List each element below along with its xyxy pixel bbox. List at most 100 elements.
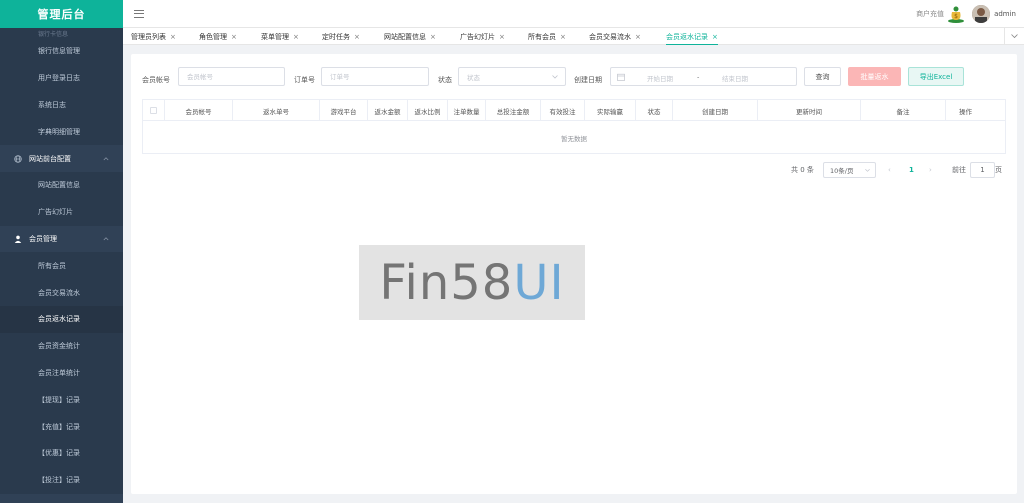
close-icon[interactable]: × (560, 33, 566, 41)
column-header-0: 会员帐号 (165, 100, 233, 121)
tab-label: 角色管理 (199, 33, 227, 41)
close-icon[interactable]: × (170, 33, 176, 41)
goto-page-input[interactable] (970, 162, 995, 178)
sidebar-item-16[interactable]: 【投注】记录 (0, 466, 123, 494)
status-filter-label: 状态 (438, 76, 452, 84)
tags-view-bar: 管理员列表 × 角色管理 × 菜单管理 × 定时任务 × 网站配置信息 × 广告幻灯片 × 所有会员 × 会… (123, 28, 1024, 45)
watermark-text-part2: UI (513, 254, 565, 311)
column-header-13: 操作 (959, 107, 972, 116)
export-excel-button[interactable]: 导出Excel (908, 67, 964, 86)
username-label[interactable]: admin (994, 10, 1016, 18)
page-unit-label: 页 (995, 166, 1002, 174)
sidebar-item-15[interactable]: 【优惠】记录 (0, 439, 123, 467)
sidebar-group-4[interactable]: 网站前台配置 (0, 145, 123, 172)
tab-5[interactable]: 广告幻灯片 × (460, 31, 505, 43)
sidebar: 管理后台 银行卡信息 银行信息管理 用户登录日志 系统日志 字典明细管理 网站前台配置网… (0, 0, 123, 503)
sidebar-item-10[interactable]: 会员返水记录 (0, 305, 123, 333)
sidebar-item-label: 系统日志 (38, 100, 66, 109)
sidebar-item-label: 字典明细管理 (38, 127, 80, 136)
svg-text:$: $ (954, 13, 958, 20)
tab-3[interactable]: 定时任务 × (322, 31, 360, 43)
sidebar-item-0[interactable]: 银行信息管理 (0, 38, 123, 65)
tab-label: 会员返水记录 (666, 33, 708, 41)
sidebar-item-6[interactable]: 广告幻灯片 (0, 198, 123, 226)
sidebar-item-label: 网站配置信息 (38, 181, 80, 190)
sidebar-item-label: 所有会员 (38, 261, 66, 270)
sidebar-item-label: 会员返水记录 (38, 315, 80, 324)
sidebar-item-label: 【投注】记录 (38, 476, 80, 485)
close-icon[interactable]: × (293, 33, 299, 41)
tab-7[interactable]: 会员交易流水 × (589, 31, 641, 43)
sidebar-item-14[interactable]: 【充值】记录 (0, 413, 123, 440)
query-button[interactable]: 查询 (804, 67, 841, 86)
sidebar-item-5[interactable]: 网站配置信息 (0, 171, 123, 199)
top-right-area: 商户充值 $ admin (916, 0, 1024, 28)
sidebar-item-label: 【优惠】记录 (38, 449, 80, 458)
table-header: 会员帐号 返水单号 游戏平台 返水金额 返水比例 注单数量 总投注金额 有效投注 实际输赢 状态创… (143, 100, 1005, 121)
sidebar-item-1[interactable]: 用户登录日志 (0, 64, 123, 92)
watermark-text-part1: Fin58 (379, 254, 514, 311)
page-number-current[interactable]: 1 (909, 163, 914, 177)
sidebar-item-11[interactable]: 会员资金统计 (0, 332, 123, 360)
account-input[interactable] (178, 67, 285, 86)
tab-label: 所有会员 (528, 33, 556, 41)
close-icon[interactable]: × (635, 33, 641, 41)
tab-4[interactable]: 网站配置信息 × (384, 31, 436, 43)
chevron-down-icon (865, 169, 870, 172)
tab-label: 管理员列表 (131, 33, 166, 41)
sidebar-item-label: 【提现】记录 (38, 395, 80, 404)
tab-0[interactable]: 管理员列表 × (131, 31, 176, 43)
top-navbar: 商户充值 $ admin (123, 0, 1024, 28)
chevron-down-icon (1011, 34, 1018, 39)
tags-dropdown-button[interactable] (1004, 28, 1024, 45)
next-page-button[interactable]: › (929, 163, 932, 177)
sidebar-item-2[interactable]: 系统日志 (0, 91, 123, 119)
money-bag-icon[interactable]: $ (946, 4, 966, 24)
sidebar-item-8[interactable]: 所有会员 (0, 252, 123, 280)
start-date-placeholder[interactable]: 开始日期 (647, 73, 673, 83)
select-all-checkbox[interactable] (150, 107, 157, 114)
column-header-2: 游戏平台 (320, 100, 368, 121)
user-avatar[interactable] (972, 5, 991, 23)
tab-8[interactable]: 会员返水记录 × (666, 31, 718, 45)
page-size-value: 10条/页 (830, 167, 854, 175)
status-select[interactable]: 状态 (458, 67, 566, 86)
chevron-up-icon (103, 237, 109, 241)
sidebar-group-7[interactable]: 会员管理 (0, 226, 123, 253)
date-filter-label: 创建日期 (574, 76, 602, 84)
sidebar-item-9[interactable]: 会员交易流水 (0, 279, 123, 306)
date-separator: - (697, 73, 700, 81)
tab-6[interactable]: 所有会员 × (528, 31, 566, 43)
batch-rebate-button[interactable]: 批量返水 (848, 67, 901, 86)
sidebar-item-13[interactable]: 【提现】记录 (0, 386, 123, 414)
column-header-10: 创建日期 (673, 100, 758, 121)
date-range-picker[interactable]: 开始日期 - 结束日期 (610, 67, 797, 86)
tab-label: 广告幻灯片 (460, 33, 495, 41)
close-icon[interactable]: × (430, 33, 436, 41)
close-icon[interactable]: × (499, 33, 505, 41)
recharge-link[interactable]: 商户充值 (916, 9, 944, 19)
watermark-logo: Fin58 UI (359, 245, 585, 320)
order-input[interactable] (321, 67, 429, 86)
column-header-11: 更新时间 (758, 100, 861, 121)
tab-label: 会员交易流水 (589, 33, 631, 41)
close-icon[interactable]: × (712, 33, 718, 41)
close-icon[interactable]: × (231, 33, 237, 41)
column-header-6: 总投注金额 (486, 100, 541, 121)
sidebar-item-label: 广告幻灯片 (38, 208, 73, 217)
sidebar-item-3[interactable]: 字典明细管理 (0, 118, 123, 146)
hamburger-menu-icon[interactable] (134, 9, 144, 18)
chevron-up-icon (103, 156, 109, 160)
end-date-placeholder[interactable]: 结束日期 (722, 73, 748, 83)
sidebar-item-label: 【充值】记录 (38, 422, 80, 431)
sidebar-item-label: 用户登录日志 (38, 74, 80, 83)
prev-page-button[interactable]: ‹ (888, 163, 891, 177)
close-icon[interactable]: × (354, 33, 360, 41)
column-header-7: 有效投注 (541, 100, 585, 121)
tab-1[interactable]: 角色管理 × (199, 31, 237, 43)
column-header-8: 实际输赢 (585, 100, 636, 121)
page-size-select[interactable]: 10条/页 (823, 162, 876, 178)
tab-2[interactable]: 菜单管理 × (261, 31, 299, 43)
sidebar-item-12[interactable]: 会员注单统计 (0, 359, 123, 387)
sidebar-item-partial[interactable]: 银行卡信息 (0, 28, 123, 38)
